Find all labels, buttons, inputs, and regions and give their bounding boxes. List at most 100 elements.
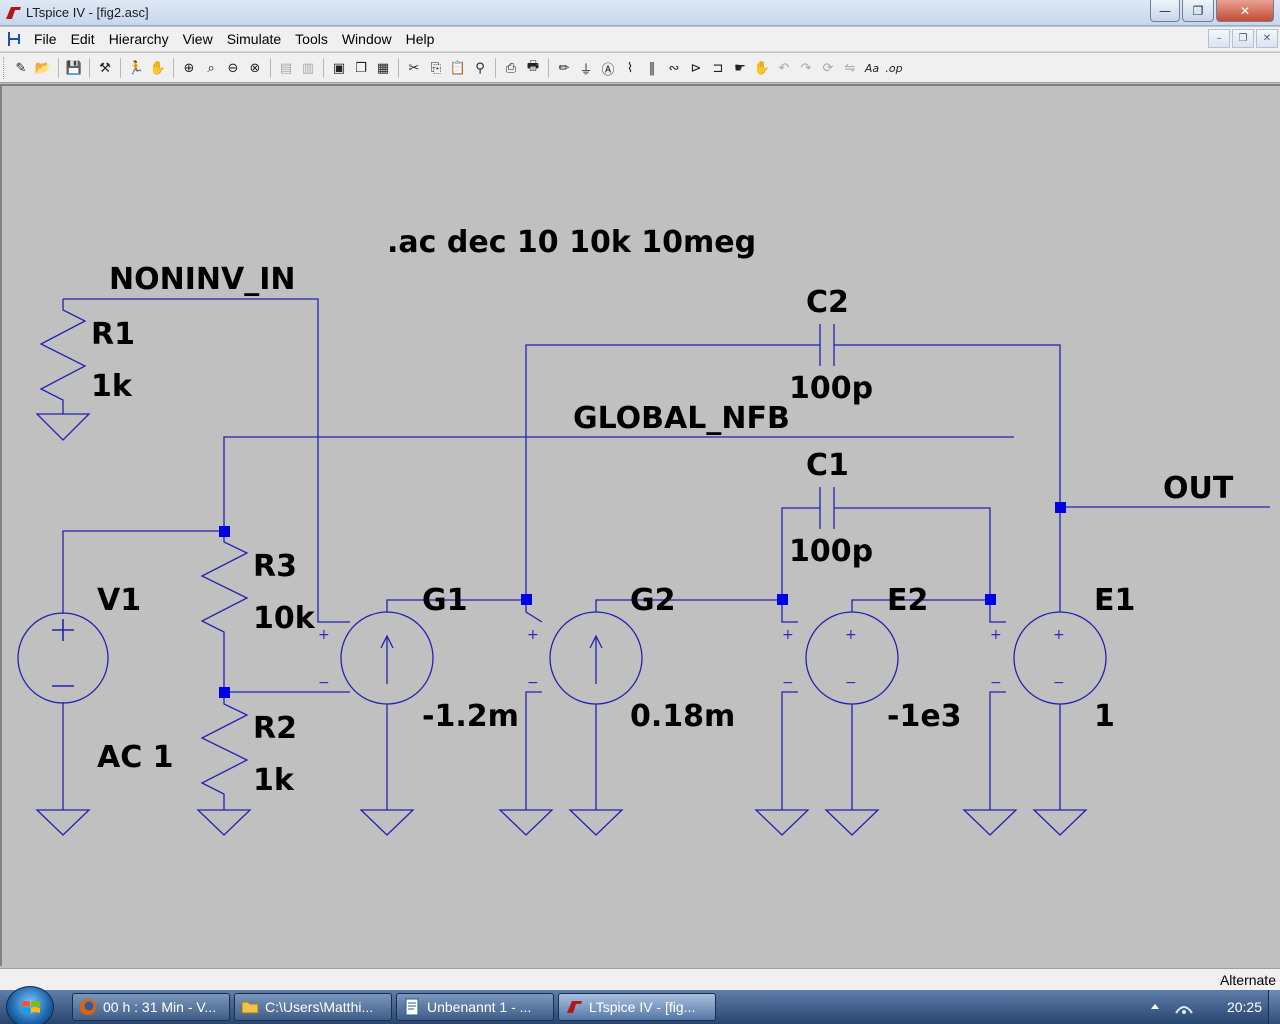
print-icon[interactable]: 🖶 (522, 57, 544, 79)
menu-view[interactable]: View (183, 31, 213, 47)
wires (17, 298, 1270, 836)
mdi-restore-button[interactable]: ❐ (1232, 29, 1254, 48)
control-panel-icon[interactable]: ⚒ (94, 57, 116, 79)
resistor-icon[interactable]: ⌇ (619, 57, 641, 79)
c2-name[interactable]: C2 (806, 285, 849, 320)
task-ltspice[interactable]: LTspice IV - [fig... (558, 993, 716, 1021)
net-label-noninv-in[interactable]: NONINV_IN (109, 262, 295, 297)
toolbar-separator (270, 58, 271, 78)
net-label-out[interactable]: OUT (1163, 471, 1234, 506)
task-firefox[interactable]: 00 h : 31 Min - V... (72, 993, 230, 1021)
tray-expand-icon[interactable] (1150, 1002, 1160, 1010)
v1-value[interactable]: AC 1 (97, 740, 174, 775)
capacitor-icon[interactable]: ‖ (641, 57, 663, 79)
close-button[interactable]: ✕ (1216, 0, 1274, 22)
toolbar-separator (323, 58, 324, 78)
copy-icon[interactable]: ⎘ (425, 57, 447, 79)
menu-window[interactable]: Window (342, 31, 392, 47)
mirror-icon[interactable]: ⇋ (839, 57, 861, 79)
halt-icon[interactable]: ✋ (147, 57, 169, 79)
e1-name[interactable]: E1 (1094, 583, 1135, 618)
r2-name[interactable]: R2 (253, 711, 297, 746)
zoom-fit-icon[interactable]: ⊗ (244, 57, 266, 79)
net-label-global-nfb[interactable]: GLOBAL_NFB (573, 401, 790, 436)
c1-value[interactable]: 100p (789, 534, 873, 569)
v1-name[interactable]: V1 (97, 583, 141, 618)
clock[interactable]: 20:25 (1227, 999, 1262, 1015)
r3-name[interactable]: R3 (253, 549, 297, 584)
g2-name[interactable]: G2 (630, 583, 676, 618)
r3-value[interactable]: 10k (253, 601, 316, 636)
task-label: C:\Users\Matthi... (265, 999, 374, 1015)
label-icon[interactable]: Ⓐ (597, 57, 619, 79)
zoom-out-icon[interactable]: ⊖ (222, 57, 244, 79)
network-icon[interactable] (1174, 999, 1194, 1015)
rotate-icon[interactable]: ⟳ (817, 57, 839, 79)
toolbar-separator (173, 58, 174, 78)
g1-name[interactable]: G1 (422, 583, 468, 618)
print-setup-icon[interactable]: ⎙ (500, 57, 522, 79)
zoom-in-icon[interactable]: ⊕ (178, 57, 200, 79)
spice-directive[interactable]: .ac dec 10 10k 10meg (387, 225, 756, 260)
cut-icon[interactable]: ✂ (403, 57, 425, 79)
e2-name[interactable]: E2 (887, 583, 928, 618)
title-bar[interactable]: LTspice IV - [fig2.asc] — ❐ ✕ (0, 0, 1280, 26)
text-icon[interactable]: Aa (861, 57, 883, 79)
redo-icon[interactable]: ↷ (795, 57, 817, 79)
move-icon[interactable]: ☛ (729, 57, 751, 79)
window-list-icon[interactable]: ❐ (350, 57, 372, 79)
menu-edit[interactable]: Edit (71, 31, 95, 47)
paste-icon[interactable]: 📋 (447, 57, 469, 79)
r1-value[interactable]: 1k (91, 369, 133, 404)
menu-help[interactable]: Help (406, 31, 435, 47)
r1-name[interactable]: R1 (91, 317, 135, 352)
minimize-button[interactable]: — (1150, 0, 1180, 22)
document-icon[interactable] (5, 30, 25, 48)
maximize-button[interactable]: ❐ (1182, 0, 1214, 22)
menu-hierarchy[interactable]: Hierarchy (109, 31, 169, 47)
e1-plus-out-pin: + (1053, 627, 1065, 643)
e1-plus-in-pin: + (990, 627, 1002, 643)
find-icon[interactable]: ⚲ (469, 57, 491, 79)
e1-value[interactable]: 1 (1094, 699, 1115, 734)
e2-value[interactable]: -1e3 (887, 699, 962, 734)
r2-value[interactable]: 1k (253, 763, 295, 798)
show-desktop-button[interactable] (1268, 990, 1280, 1024)
mdi-minimize-button[interactable]: – (1208, 29, 1230, 48)
mdi-close-button[interactable]: ✕ (1256, 29, 1278, 48)
spice-directive-icon[interactable]: .op (883, 57, 905, 79)
c1-name[interactable]: C1 (806, 448, 849, 483)
wire-icon[interactable]: ✏ (553, 57, 575, 79)
ltspice-icon (567, 1001, 582, 1013)
task-writer[interactable]: Unbenannt 1 - ... (396, 993, 554, 1021)
component-icon[interactable]: ⊐ (707, 57, 729, 79)
c2-value[interactable]: 100p (789, 371, 873, 406)
cascade-icon[interactable]: ▣ (328, 57, 350, 79)
run-icon[interactable]: 🏃 (125, 57, 147, 79)
g2-plus-pin: + (527, 627, 539, 643)
toolbar-grip[interactable] (3, 57, 6, 79)
open-icon[interactable]: 📂 (32, 57, 54, 79)
g1-value[interactable]: -1.2m (422, 699, 519, 734)
menu-simulate[interactable]: Simulate (227, 31, 281, 47)
drag-icon[interactable]: ✋ (751, 57, 773, 79)
zoom-pan-icon[interactable]: ⌕ (200, 57, 222, 79)
diode-icon[interactable]: ⊳ (685, 57, 707, 79)
start-button[interactable] (6, 986, 54, 1024)
undo-icon[interactable]: ↶ (773, 57, 795, 79)
save-icon[interactable]: 💾 (63, 57, 85, 79)
task-explorer[interactable]: C:\Users\Matthi... (234, 993, 392, 1021)
writer-icon (405, 998, 419, 1016)
menu-tools[interactable]: Tools (295, 31, 328, 47)
close-window-icon[interactable]: ▦ (372, 57, 394, 79)
g2-value[interactable]: 0.18m (630, 699, 735, 734)
menu-file[interactable]: File (34, 31, 57, 47)
inductor-icon[interactable]: ∾ (663, 57, 685, 79)
schematic-drawing[interactable]: + − + − + − + − + − + − .ac dec 10 10k 1… (2, 86, 1280, 966)
tile-horizontal-icon[interactable]: ▤ (275, 57, 297, 79)
schematic-canvas[interactable]: + − + − + − + − + − + − .ac dec 10 10k 1… (0, 84, 1280, 966)
new-schematic-icon[interactable]: ✎ (10, 57, 32, 79)
g1-minus-pin: − (318, 675, 330, 691)
ground-icon[interactable]: ⏚ (575, 57, 597, 79)
tile-vertical-icon[interactable]: ▥ (297, 57, 319, 79)
